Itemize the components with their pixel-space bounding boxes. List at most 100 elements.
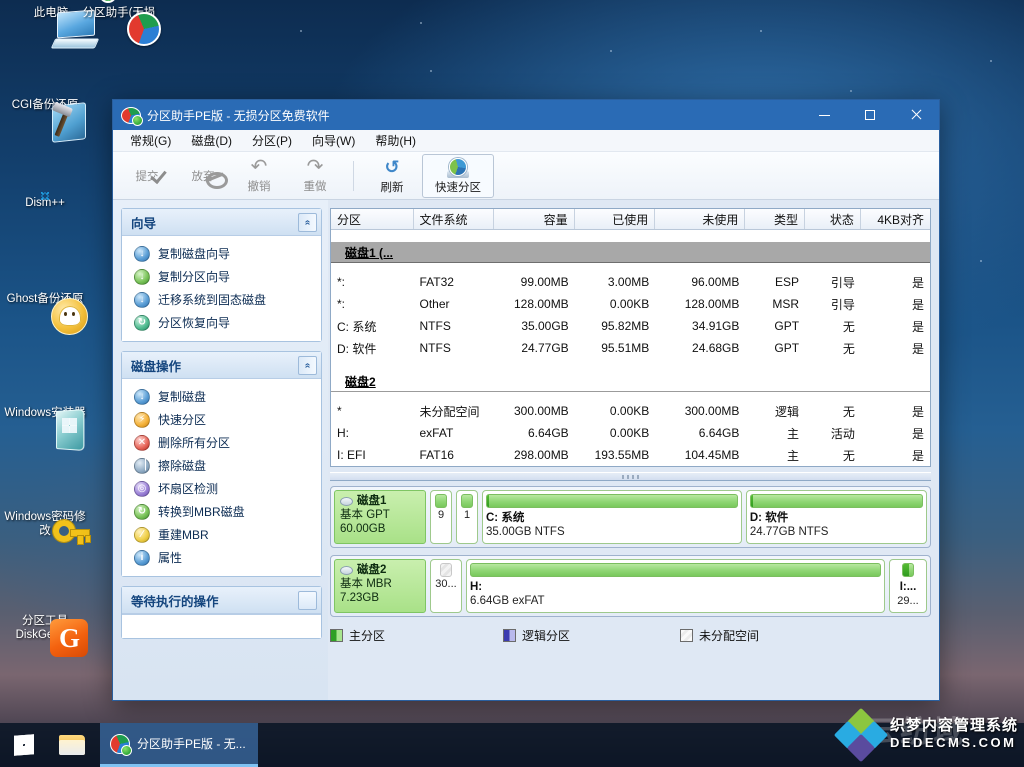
column-header-4[interactable]: 未使用 xyxy=(655,209,746,229)
sidebar-item-convert-to-mbr[interactable]: ↻ 转换到MBR磁盘 xyxy=(124,500,319,523)
disk-map-partition[interactable]: D: 软件 24.77GB NTFS xyxy=(745,490,927,544)
panel-splitter[interactable] xyxy=(330,472,931,481)
menu-item-2[interactable]: 分区(P) xyxy=(243,130,301,151)
menu-item-1[interactable]: 磁盘(D) xyxy=(182,130,241,151)
pending-operations-list xyxy=(122,614,321,638)
taskbar-item-partition-assistant[interactable]: 分区助手PE版 - 无... xyxy=(100,723,258,767)
partition-subtitle: 24.77GB NTFS xyxy=(749,526,829,538)
sidebar-item-copy-partition-wizard[interactable]: ↓ 复制分区向导 xyxy=(124,265,319,288)
sidebar-item-properties[interactable]: i 属性 xyxy=(124,546,319,569)
sidebar-item-delete-all-partitions[interactable]: ✕ 删除所有分区 xyxy=(124,431,319,454)
cell-aligned: 是 xyxy=(912,297,925,312)
sidebar-item-migrate-os[interactable]: ↓ 迁移系统到固态磁盘 xyxy=(124,288,319,311)
start-button[interactable] xyxy=(0,723,48,767)
sidebar-item-wipe-disk[interactable]: ▕ 擦除磁盘 xyxy=(124,454,319,477)
disk-platter-icon xyxy=(340,565,353,575)
table-row[interactable]: C: 系统 NTFS 35.00GB 95.82MB 34.91GB GPT 无 是 xyxy=(331,315,930,337)
table-row[interactable]: H: exFAT 6.64GB 0.00KB 6.64GB 主 活动 是 xyxy=(331,422,930,444)
minimize-button[interactable] xyxy=(801,100,847,130)
column-header-3[interactable]: 已使用 xyxy=(575,209,656,229)
table-row[interactable]: *: Other 128.00MB 0.00KB 128.00MB MSR 引导 是 xyxy=(331,293,930,315)
desktop-icon-diskgenius[interactable]: G 分区工具DiskGenius xyxy=(2,614,88,657)
legend-label: 未分配空间 xyxy=(699,628,760,643)
desktop-icon-cgi-backup[interactable]: CGI备份还原 xyxy=(2,98,88,143)
disk-group-header-1[interactable]: 磁盘2 xyxy=(331,371,930,392)
window-title-bar[interactable]: 分区助手PE版 - 无损分区免费软件 xyxy=(113,100,939,130)
cell-unused: 34.91GB xyxy=(692,319,740,333)
column-header-2[interactable]: 容量 xyxy=(494,209,575,229)
collapse-chevron-up-icon[interactable]: « xyxy=(298,355,317,375)
disk-map-partition[interactable]: 30... xyxy=(430,559,462,613)
table-row[interactable]: I: EFI FAT16 298.00MB 193.55MB 104.45MB 主 无 是 xyxy=(331,444,930,466)
column-header-6[interactable]: 状态 xyxy=(805,209,861,229)
disk-map-size: 7.23GB xyxy=(340,592,379,604)
partition-usage-bar xyxy=(435,494,447,508)
cell-unused: 300.00MB xyxy=(684,404,740,418)
disk-map-info-0[interactable]: 磁盘1 基本 GPT 60.00GB xyxy=(334,490,426,544)
toolbar-button-undo[interactable]: ↶ 撤销 xyxy=(231,154,287,198)
cell-type: 逻辑 xyxy=(775,404,800,419)
disk-map-row-0: 磁盘1 基本 GPT 60.00GB 9 1 C: 系统 35.00GB NTFS D: 软件… xyxy=(330,486,931,548)
cell-capacity: 128.00MB xyxy=(513,297,569,311)
column-header-5[interactable]: 类型 xyxy=(745,209,806,229)
cell-partition: *: xyxy=(337,275,346,289)
cell-partition: *: xyxy=(337,297,346,311)
collapse-chevron-up-icon[interactable] xyxy=(298,590,317,610)
column-header-7[interactable]: 4KB对齐 xyxy=(861,209,930,229)
sidebar-group-header-0[interactable]: 向导 « xyxy=(122,209,321,236)
taskbar-file-explorer[interactable] xyxy=(48,723,96,767)
cell-used: 95.51MB xyxy=(601,341,650,355)
disk-platter-icon xyxy=(340,496,353,506)
desktop-icon-dism[interactable]: Dism++ xyxy=(2,196,88,210)
toolbar-main-buttons: 提交 放弃 ↶ 撤销 ↷ 重做 xyxy=(119,154,343,198)
sidebar-group-body-1: ↓ 复制磁盘 ⚡ 快速分区 ✕ 删除所有分区 ▕ 擦除磁盘 ◎ 坏扇区检测 ↻ 转换到MBR磁盘 ∕ 重建… xyxy=(122,379,321,576)
partition-subtitle: 6.64GB exFAT xyxy=(470,595,545,607)
disk-map-partition[interactable]: I:... 29... xyxy=(889,559,927,613)
disk-map-info-1[interactable]: 磁盘2 基本 MBR 7.23GB xyxy=(334,559,426,613)
collapse-chevron-up-icon[interactable]: « xyxy=(298,212,317,232)
sidebar-item-partition-recovery[interactable]: ↻ 分区恢复向导 xyxy=(124,311,319,334)
toolbar-button-check[interactable]: 提交 xyxy=(119,154,175,198)
desktop-icon-ghost-backup[interactable]: Ghost备份还原 xyxy=(2,292,88,335)
toolbar-button-redo[interactable]: ↷ 重做 xyxy=(287,154,343,198)
pending-operations-header[interactable]: 等待执行的操作 xyxy=(122,587,321,614)
desktop-icon-windows-installer[interactable]: Windows安装器 xyxy=(2,406,88,452)
maximize-button[interactable] xyxy=(847,100,893,130)
sidebar-group-header-1[interactable]: 磁盘操作 « xyxy=(122,352,321,379)
migrate-os-icon: ↓ xyxy=(134,291,150,308)
sidebar-item-bad-sector-check[interactable]: ◎ 坏扇区检测 xyxy=(124,477,319,500)
menu-item-0[interactable]: 常规(G) xyxy=(121,130,180,151)
delete-all-partitions-icon: ✕ xyxy=(134,434,150,451)
quick-partition-button[interactable]: 快速分区 xyxy=(422,153,494,198)
partition-usage-bar xyxy=(902,563,914,577)
partition-table-body: 磁盘1 (... *: FAT32 99.00MB 3.00MB 96.00MB ESP 引导… xyxy=(331,230,930,466)
toolbar-button-label: 重做 xyxy=(303,181,327,193)
sidebar-item-quick-partition[interactable]: ⚡ 快速分区 xyxy=(124,408,319,431)
cell-partition: D: 软件 xyxy=(337,341,377,356)
disk-map-partition[interactable]: 1 xyxy=(456,490,478,544)
cell-aligned: 是 xyxy=(912,319,925,334)
disk-map-partition[interactable]: 9 xyxy=(430,490,452,544)
close-button[interactable] xyxy=(893,100,939,130)
disk-map-partition[interactable]: H: 6.64GB exFAT xyxy=(466,559,885,613)
table-row[interactable]: *: FAT32 99.00MB 3.00MB 96.00MB ESP 引导 是 xyxy=(331,271,930,293)
sidebar-item-copy-disk[interactable]: ↓ 复制磁盘 xyxy=(124,385,319,408)
cell-type: 主 xyxy=(787,426,800,441)
disk-map-partition[interactable]: C: 系统 35.00GB NTFS xyxy=(482,490,742,544)
menu-item-3[interactable]: 向导(W) xyxy=(303,130,364,151)
table-spacer xyxy=(331,359,930,371)
table-row[interactable]: D: 软件 NTFS 24.77GB 95.51MB 24.68GB GPT 无 是 xyxy=(331,337,930,359)
sidebar-item-rebuild-mbr[interactable]: ∕ 重建MBR xyxy=(124,523,319,546)
sidebar-item-copy-disk-wizard[interactable]: ↓ 复制磁盘向导 xyxy=(124,242,319,265)
menu-item-4[interactable]: 帮助(H) xyxy=(366,130,425,151)
disk-group-header-0[interactable]: 磁盘1 (... xyxy=(331,242,930,263)
partition-subtitle: 35.00GB NTFS xyxy=(486,526,565,538)
cell-status: 引导 xyxy=(830,275,855,290)
column-header-0[interactable]: 分区 xyxy=(331,209,414,229)
refresh-button[interactable]: ↺ 刷新 xyxy=(364,154,420,198)
desktop-icon-windows-password[interactable]: Windows密码修改 xyxy=(2,510,90,544)
toolbar-button-discard[interactable]: 放弃 xyxy=(175,154,231,198)
table-row[interactable]: * 未分配空间 300.00MB 0.00KB 300.00MB 逻辑 无 是 xyxy=(331,400,930,422)
desktop-icon-partition-assistant[interactable]: 分区助手(无损 xyxy=(76,0,162,46)
column-header-1[interactable]: 文件系统 xyxy=(414,209,495,229)
